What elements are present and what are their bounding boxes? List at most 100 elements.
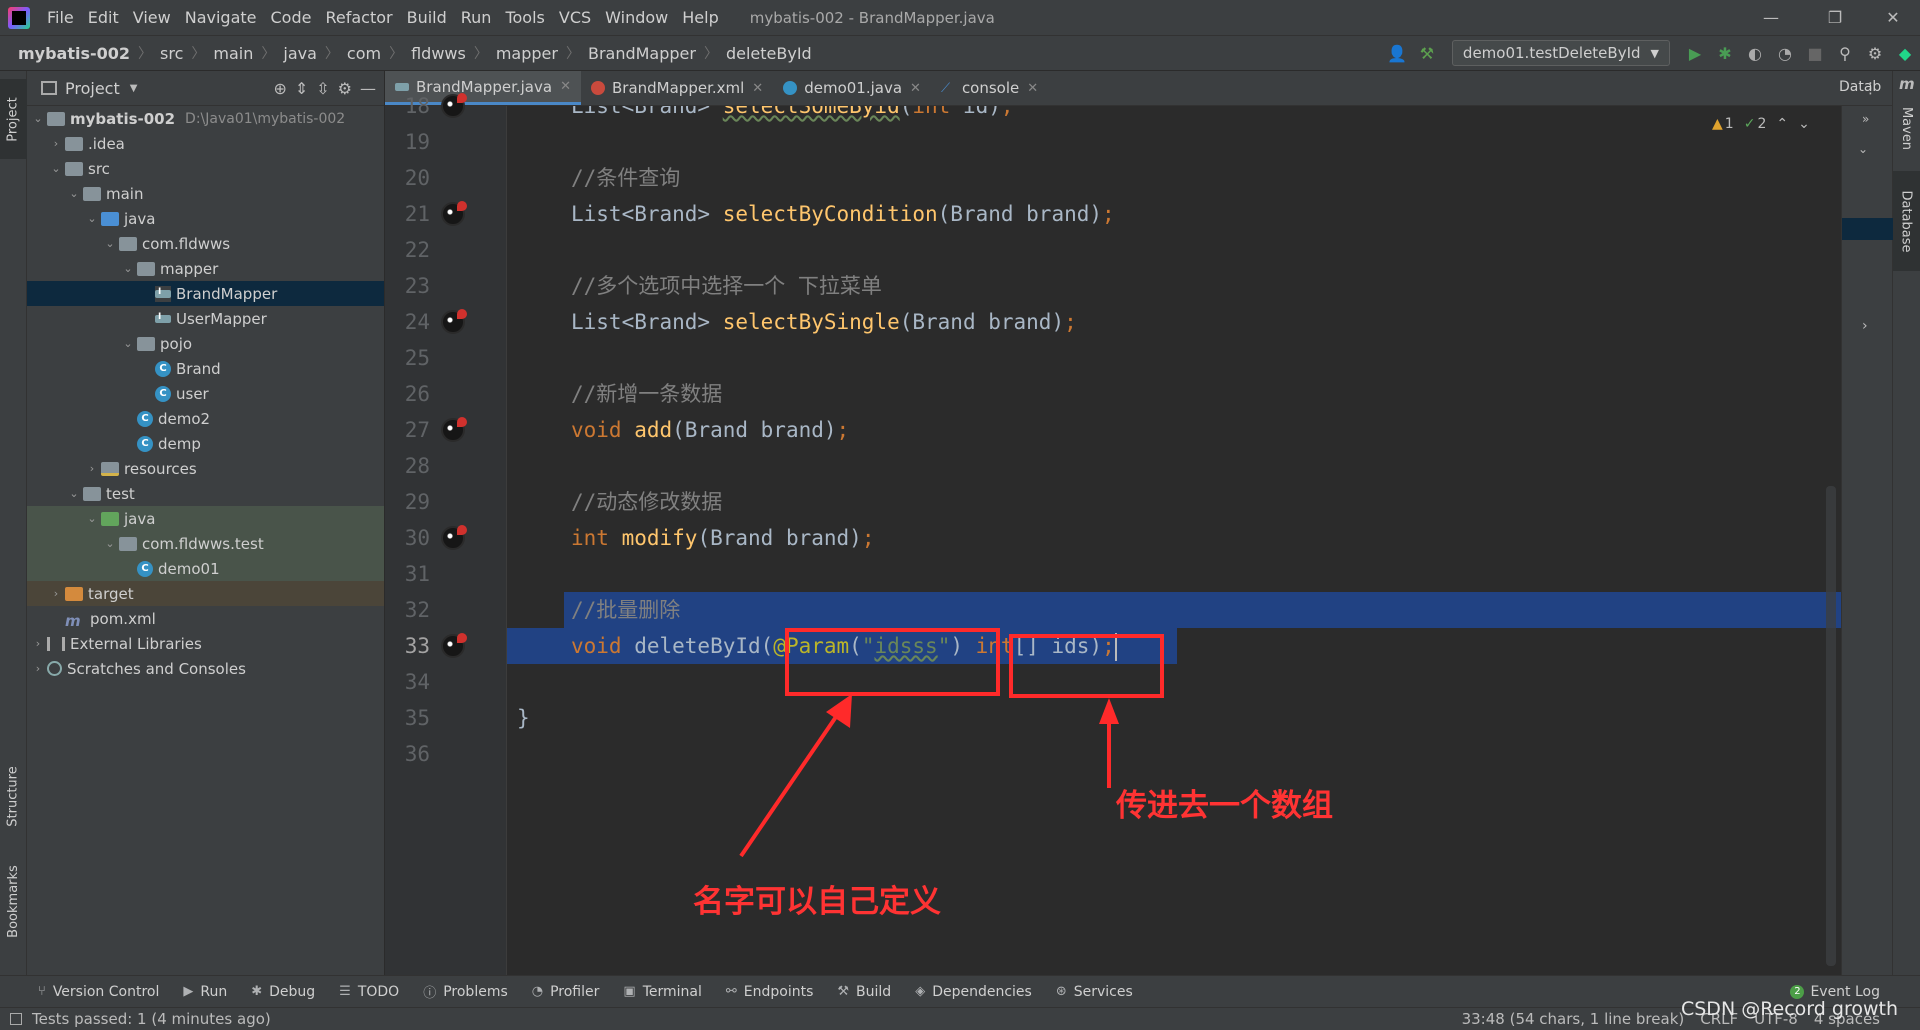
run-icon[interactable]: ▶ [1680,38,1710,68]
menu-edit[interactable]: Edit [81,8,126,27]
chevron-down-icon[interactable]: ▼ [130,83,138,94]
tree-item-test[interactable]: ⌄ test [27,481,384,506]
tool-tab-project[interactable]: Project [0,79,27,159]
tool-tab-maven[interactable]: Maven [1893,93,1920,163]
menu-file[interactable]: File [40,8,81,27]
tool-dependencies[interactable]: ◈ Dependencies [915,984,1032,1000]
status-panel-icon[interactable] [10,1013,22,1025]
tree-item-scratches[interactable]: › Scratches and Consoles [27,656,384,681]
tree-item-resources[interactable]: › resources [27,456,384,481]
breadcrumb-com[interactable]: com [343,44,385,63]
close-tab-icon[interactable]: ✕ [1027,81,1038,96]
tree-item-mybatis-002[interactable]: ⌄ mybatis-002 D:\Java01\mybatis-002 [27,106,384,131]
tree-item-user[interactable]: Cuser [27,381,384,406]
status-message[interactable]: Tests passed: 1 (4 minutes ago) [32,1010,271,1028]
tree-item-java[interactable]: ⌄ java [27,206,384,231]
vertical-scrollbar[interactable] [1826,486,1836,966]
breadcrumb-fldwws[interactable]: fldwws [407,44,470,63]
chevron-right-icon[interactable]: › [29,637,47,650]
breadcrumb-mapper[interactable]: mapper [492,44,562,63]
breadcrumb-src[interactable]: src [156,44,187,63]
breadcrumb-method[interactable]: deleteById [722,44,816,63]
chevron-down-icon[interactable]: ⌄ [119,262,137,275]
tool-debug[interactable]: ✱ Debug [251,984,315,1000]
profile-icon[interactable]: ◔ [1770,38,1800,68]
tree-item-pom[interactable]: m pom.xml [27,606,384,631]
tree-item-com-fldwws-test[interactable]: ⌄ com.fldwws.test [27,531,384,556]
mybatis-navigate-icon[interactable] [441,93,467,118]
close-icon[interactable]: ✕ [1870,0,1916,35]
chevron-down-icon[interactable]: ⌄ [47,162,65,175]
search-icon[interactable]: ⚲ [1830,38,1860,68]
tool-todo[interactable]: ☰ TODO [339,984,399,1000]
menu-run[interactable]: Run [454,8,499,27]
tree-item-main[interactable]: ⌄ main [27,181,384,206]
run-configuration-select[interactable]: demo01.testDeleteById ▼ [1451,40,1670,66]
chevron-down-icon[interactable]: ⌄ [1798,116,1810,132]
menu-tools[interactable]: Tools [498,8,551,27]
chevron-down-icon[interactable]: ⌄ [101,237,119,250]
tab-demo01-java[interactable]: demo01.java ✕ [773,71,931,105]
mybatis-navigate-icon[interactable] [441,417,467,442]
chevron-down-icon[interactable]: ⌄ [83,212,101,225]
datab-label[interactable]: Datab [1839,79,1881,95]
tool-tab-structure[interactable]: Structure [0,751,27,841]
tree-item-pojo[interactable]: ⌄ pojo [27,331,384,356]
chevron-down-icon[interactable]: ⌄ [65,187,83,200]
tool-problems[interactable]: ⓘ Problems [423,982,508,1002]
menu-help[interactable]: Help [675,8,725,27]
tool-terminal[interactable]: ▣ Terminal [623,984,701,1000]
menu-view[interactable]: View [126,8,178,27]
chevron-right-icon[interactable]: › [83,462,101,475]
menu-build[interactable]: Build [400,8,454,27]
tool-services[interactable]: ⊛ Services [1056,984,1133,1000]
chevron-down-icon[interactable]: ⌄ [1858,142,1868,156]
chevron-right-icon[interactable]: › [1862,318,1868,334]
tool-tab-bookmarks[interactable]: Bookmarks [0,851,27,951]
tool-endpoints[interactable]: ⚯ Endpoints [726,984,814,1000]
hide-panel-icon[interactable]: — [360,79,376,98]
tab-console[interactable]: ⟋ console ✕ [931,71,1048,105]
breadcrumb-main[interactable]: main [209,44,257,63]
tab-brandmapper-xml[interactable]: BrandMapper.xml ✕ [581,71,773,105]
tree-item-brand[interactable]: C Brand [27,356,384,381]
menu-refactor[interactable]: Refactor [318,8,399,27]
build-hammer-icon[interactable]: ⚒ [1412,38,1442,68]
close-tab-icon[interactable]: ✕ [752,81,763,96]
breadcrumb-project[interactable]: mybatis-002 [14,44,134,63]
code-editor[interactable]: List<Brand> selectSomeByid(int id); //条件… [507,106,1841,975]
chevron-up-icon[interactable]: ⌃ [1776,116,1788,132]
user-icon[interactable]: 👤 [1382,38,1412,68]
tree-item-demp[interactable]: Cdemp [27,431,384,456]
chevron-down-icon[interactable]: ⌄ [83,512,101,525]
debug-icon[interactable]: ✱ [1710,38,1740,68]
minimize-icon[interactable]: — [1748,0,1794,35]
chevron-down-icon[interactable]: ⌄ [119,337,137,350]
chevron-double-right-icon[interactable]: » [1862,112,1869,126]
inspection-widget[interactable]: ▲ 1 ✓ 2 ⌃ ⌄ [1712,112,1810,136]
mybatis-navigate-icon[interactable] [441,201,467,226]
menu-vcs[interactable]: VCS [552,8,598,27]
restore-icon[interactable]: ❐ [1812,0,1858,35]
tree-item-idea[interactable]: › .idea [27,131,384,156]
mybatis-navigate-icon[interactable] [441,309,467,334]
breadcrumb-java[interactable]: java [279,44,321,63]
chevron-down-icon[interactable]: ⌄ [101,537,119,550]
mybatis-navigate-icon[interactable] [441,633,467,658]
chevron-right-icon[interactable]: › [47,137,65,150]
breadcrumb-brandmapper[interactable]: BrandMapper [584,44,700,63]
tree-item-test-java[interactable]: ⌄ java [27,506,384,531]
tree-item-brandmapper[interactable]: BrandMapper [27,281,384,306]
tool-build[interactable]: ⚒ Build [837,984,891,1000]
tree-item-src[interactable]: ⌄ src [27,156,384,181]
tree-item-external-libraries[interactable]: › External Libraries [27,631,384,656]
menu-navigate[interactable]: Navigate [178,8,264,27]
tree-item-target[interactable]: › target [27,581,384,606]
settings-gear-icon[interactable]: ⚙ [1860,38,1890,68]
tree-item-demo2[interactable]: Cdemo2 [27,406,384,431]
mybatis-navigate-icon[interactable] [441,525,467,550]
tree-item-mapper[interactable]: ⌄ mapper [27,256,384,281]
tree-item-com-fldwws[interactable]: ⌄ com.fldwws [27,231,384,256]
tool-tab-database[interactable]: Database [1893,171,1920,271]
options-gear-icon[interactable]: ⚙ [338,79,352,98]
